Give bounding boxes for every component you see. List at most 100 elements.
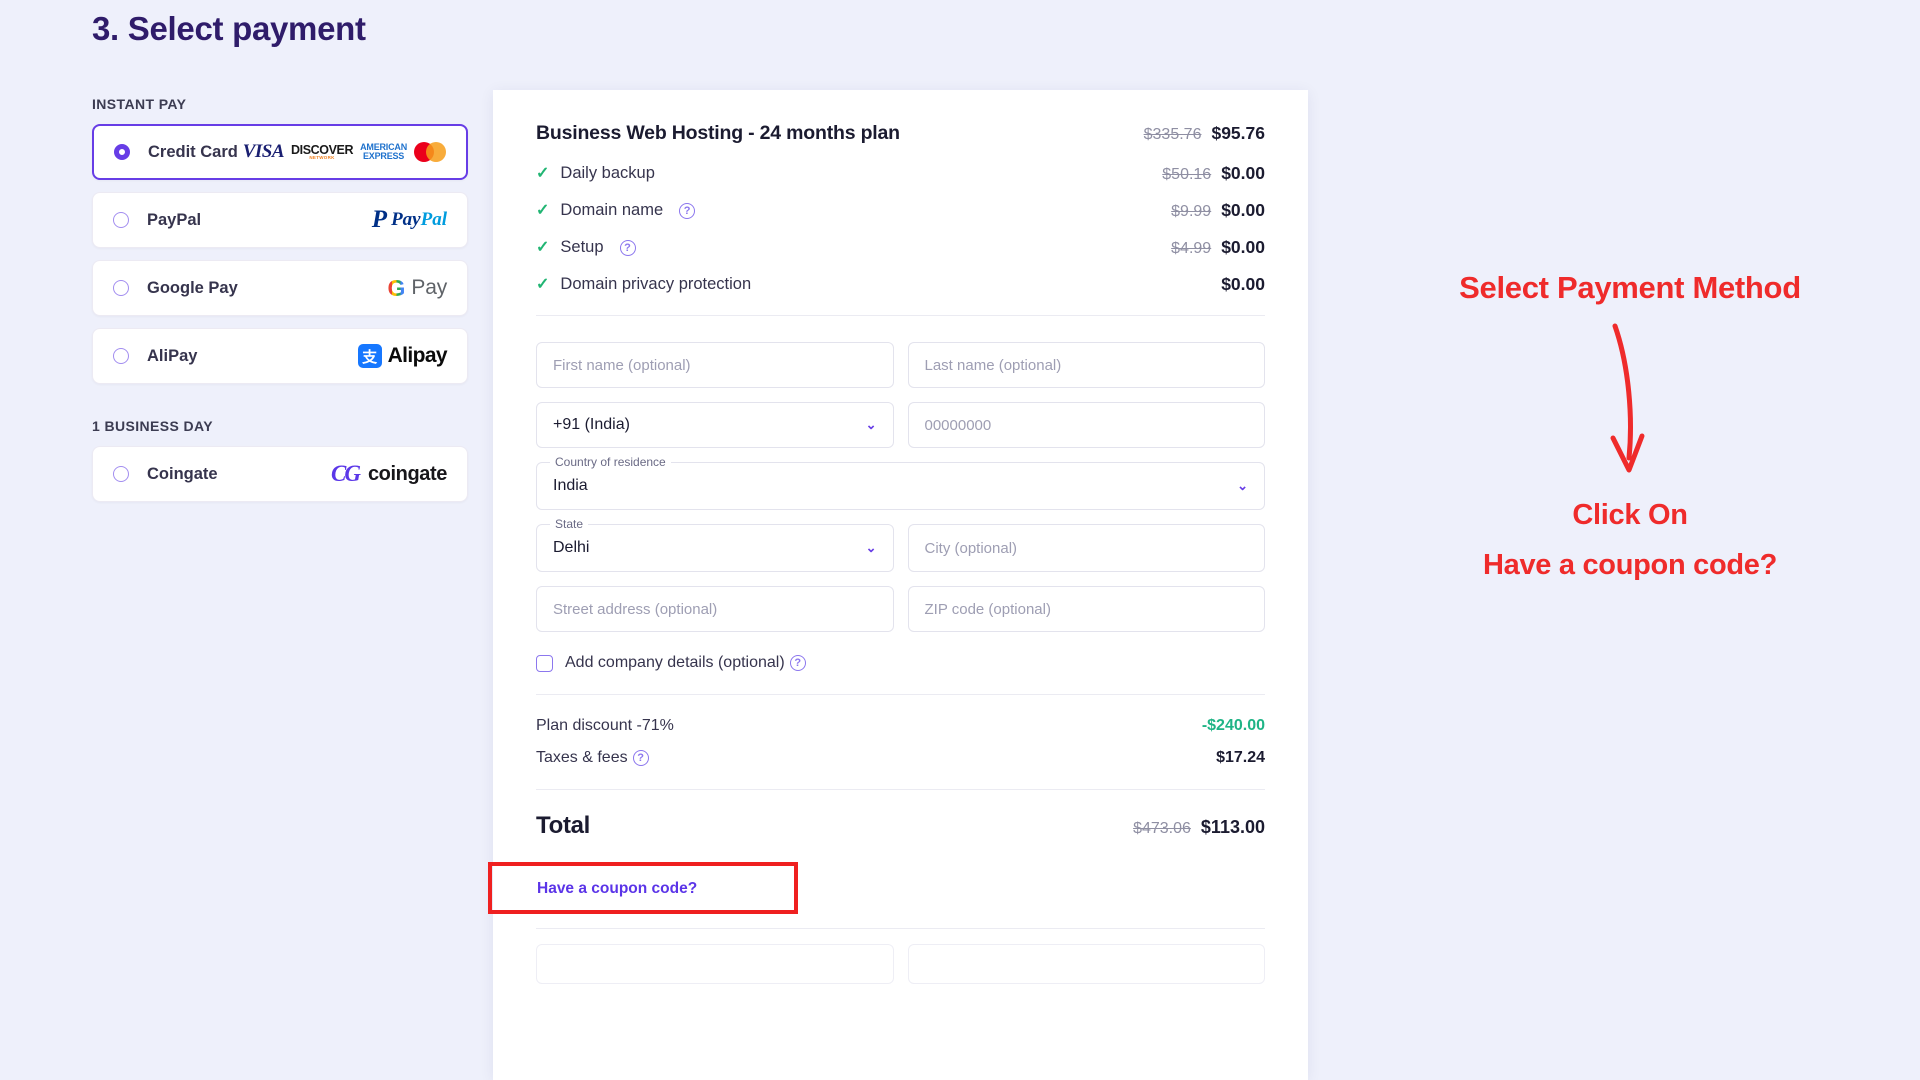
help-icon[interactable]: ? [619, 239, 636, 256]
discover-icon-sub: NETWORK [309, 155, 335, 160]
alipay-mark-icon: 支 [357, 344, 382, 368]
chevron-down-icon: ⌄ [865, 540, 877, 555]
country-value: India [553, 477, 588, 494]
plan-price-new: $95.76 [1211, 123, 1265, 143]
plan-feature-list: ✓ Daily backup $50.16 $0.00 ✓ Domain nam… [536, 163, 1265, 295]
total-price-old: $473.06 [1133, 820, 1191, 837]
company-details-checkbox-row[interactable]: Add company details (optional) ? [536, 654, 1265, 672]
city-field[interactable]: City (optional) [907, 524, 1265, 572]
radio-alipay[interactable] [113, 348, 129, 364]
feature-label: Domain privacy protection [560, 275, 752, 293]
coupon-section: Have a coupon code? [488, 862, 1265, 984]
country-select[interactable]: Country of residence India ⌄ [536, 455, 1265, 510]
payment-option-credit-card[interactable]: Credit Card VISA DISCOVER NETWORK AMERIC… [92, 124, 468, 180]
checkout-page: 3. Select payment INSTANT PAY Credit Car… [0, 0, 1920, 1080]
payment-option-label: Google Pay [147, 278, 238, 297]
group-label-business-day: 1 BUSINESS DAY [92, 418, 214, 434]
state-select[interactable]: State Delhi ⌄ [536, 517, 894, 572]
plan-title: Business Web Hosting - 24 months plan [536, 122, 900, 144]
taxes-label: Taxes & fees [536, 749, 628, 766]
coingate-mark-icon: CG [331, 461, 361, 486]
phone-country-code-select[interactable]: +91 (India) ⌄ [536, 402, 894, 448]
street-address-placeholder: Street address (optional) [553, 600, 718, 618]
annotation-overlay: Select Payment Method Click On Have a co… [1380, 270, 1880, 587]
first-name-placeholder: First name (optional) [553, 356, 691, 374]
group-label-instant-pay: INSTANT PAY [92, 96, 187, 112]
google-pay-wordmark: Pay [411, 276, 447, 299]
state-city-row: State Delhi ⌄ City (optional) [536, 517, 1265, 572]
feature-price-old: $4.99 [1171, 240, 1212, 257]
help-icon[interactable]: ? [679, 202, 696, 219]
chevron-down-icon: ⌄ [1237, 478, 1248, 493]
phone-fields-row: +91 (India) ⌄ 00000000 [536, 402, 1265, 448]
feature-label: Setup [560, 238, 604, 256]
next-field-right[interactable] [907, 944, 1265, 984]
annotation-subtitle-line2: Have a coupon code? [1482, 548, 1778, 581]
taxes-label-wrap: Taxes & fees ? [536, 749, 649, 767]
payment-option-label: Credit Card [148, 142, 238, 161]
check-icon: ✓ [536, 275, 550, 293]
total-price-new: $113.00 [1200, 817, 1265, 837]
discover-icon: DISCOVER NETWORK [291, 143, 353, 161]
taxes-value: $17.24 [1216, 749, 1265, 766]
card-brand-logos: VISA DISCOVER NETWORK AMERICAN EXPRESS [243, 141, 446, 163]
coingate-wordmark: coingate [367, 462, 447, 485]
check-icon: ✓ [536, 164, 550, 182]
page-title: 3. Select payment [92, 10, 366, 47]
help-icon[interactable]: ? [632, 750, 649, 766]
state-label: State [550, 517, 589, 531]
have-a-coupon-code-link[interactable]: Have a coupon code? [537, 880, 697, 898]
feature-price-new: $0.00 [1221, 274, 1265, 294]
payment-option-google-pay[interactable]: Google Pay G Pay [92, 260, 468, 316]
radio-paypal[interactable] [113, 212, 129, 228]
plan-price: $335.76 $95.76 [1144, 123, 1265, 144]
next-field-left[interactable] [536, 944, 894, 984]
next-form-row [536, 944, 1265, 984]
street-address-field[interactable]: Street address (optional) [536, 586, 894, 632]
zip-code-field[interactable]: ZIP code (optional) [907, 586, 1265, 632]
plan-price-old: $335.76 [1143, 126, 1202, 143]
payment-option-label: AliPay [147, 346, 198, 365]
phone-number-field[interactable]: 00000000 [907, 402, 1265, 448]
check-icon: ✓ [536, 238, 550, 256]
google-pay-logo: G Pay [387, 274, 448, 301]
payment-option-alipay[interactable]: AliPay 支 Alipay [92, 328, 468, 384]
total-row: Total $473.06 $113.00 [536, 812, 1265, 840]
paypal-logo: P PayPal [372, 207, 447, 231]
payment-option-coingate[interactable]: Coingate CG coingate [92, 446, 468, 502]
taxes-row: Taxes & fees ? $17.24 [536, 749, 1265, 767]
address-row: Street address (optional) ZIP code (opti… [536, 586, 1265, 632]
radio-credit-card[interactable] [114, 144, 130, 160]
zip-code-placeholder: ZIP code (optional) [924, 600, 1051, 618]
first-name-field[interactable]: First name (optional) [536, 342, 894, 388]
last-name-field[interactable]: Last name (optional) [907, 342, 1265, 388]
phone-number-placeholder: 00000000 [924, 416, 992, 434]
discount-label: Plan discount -71% [536, 717, 674, 734]
arrow-down-icon [1610, 323, 1645, 473]
alipay-wordmark: Alipay [387, 344, 448, 367]
feature-price-new: $0.00 [1221, 237, 1265, 257]
divider [536, 789, 1265, 790]
radio-google-pay[interactable] [113, 280, 129, 296]
country-label: Country of residence [550, 455, 671, 469]
alipay-logo: 支 Alipay [357, 344, 448, 368]
payment-option-paypal[interactable]: PayPal P PayPal [92, 192, 468, 248]
phone-country-code-value: +91 (India) [553, 416, 630, 433]
amex-icon-line2: EXPRESS [362, 151, 405, 161]
feature-price-new: $0.00 [1221, 163, 1265, 183]
payment-methods-column: 3. Select payment INSTANT PAY Credit Car… [92, 0, 492, 514]
plan-header-row: Business Web Hosting - 24 months plan $3… [536, 122, 1265, 145]
order-summary-card: Business Web Hosting - 24 months plan $3… [488, 90, 1308, 1080]
divider [536, 928, 1265, 929]
plan-feature-row: ✓ Domain name ? $9.99 $0.00 [536, 200, 1265, 221]
radio-coingate[interactable] [113, 466, 129, 482]
google-g-icon: G [387, 274, 406, 301]
divider [536, 694, 1265, 695]
feature-label: Daily backup [560, 164, 655, 182]
discount-row: Plan discount -71% -$240.00 [536, 717, 1265, 735]
chevron-down-icon: ⌄ [865, 417, 877, 432]
feature-price-old: $50.16 [1162, 166, 1212, 183]
annotation-title: Select Payment Method [1459, 270, 1801, 305]
company-details-checkbox[interactable] [536, 654, 553, 672]
help-icon[interactable]: ? [789, 655, 806, 671]
